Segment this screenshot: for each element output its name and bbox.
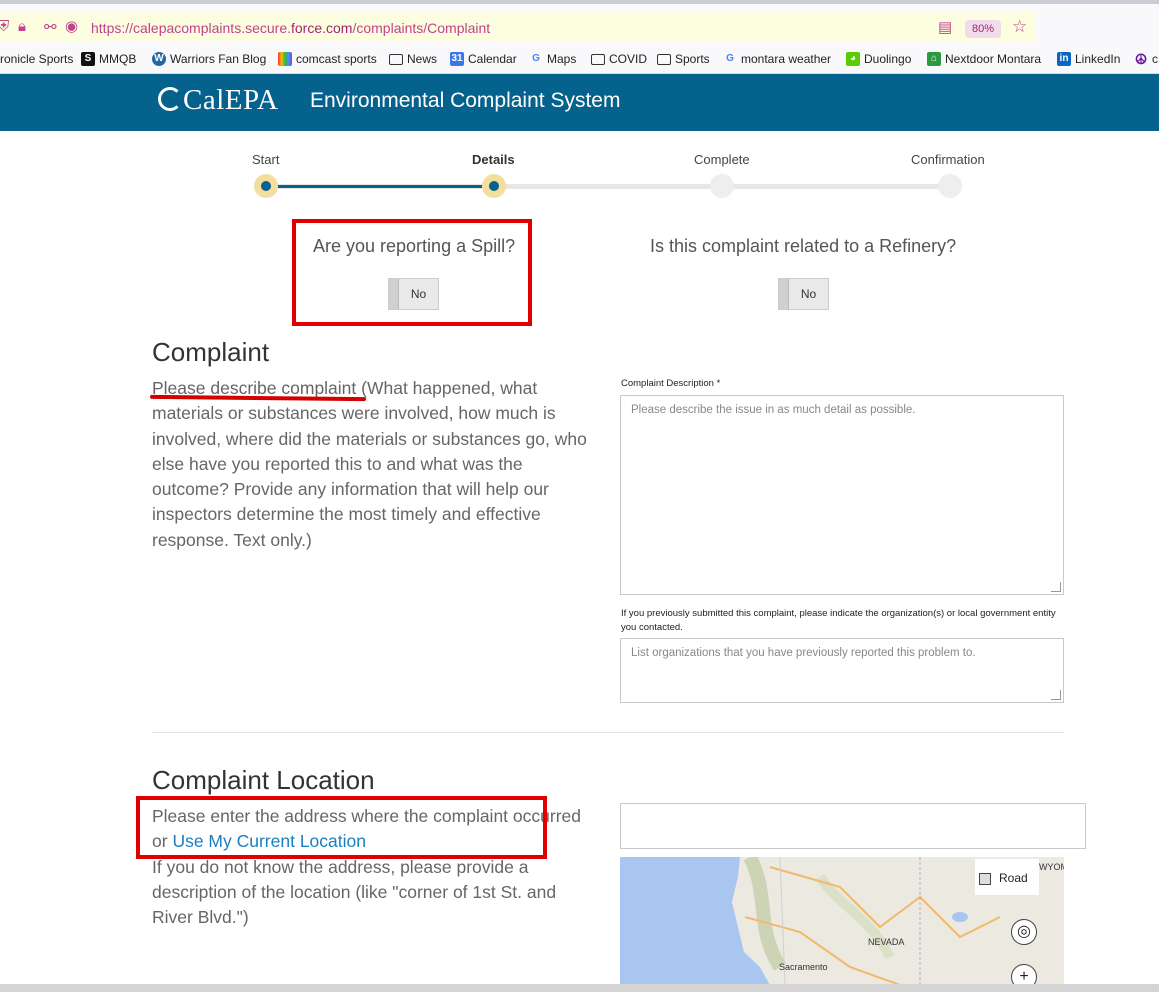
location-heading: Complaint Location: [152, 765, 375, 795]
complaint-heading: Complaint: [152, 337, 270, 367]
nextdoor-icon: ⌂: [927, 52, 941, 66]
step-confirmation-label: Confirmation: [911, 152, 985, 167]
map-label: WYOM: [1039, 862, 1064, 872]
resize-handle-icon[interactable]: [1051, 582, 1061, 592]
prior-report-label: If you previously submitted this complai…: [621, 608, 1056, 633]
step-details-dot: [482, 174, 506, 198]
url-field[interactable]: ⛨ 🔒︎ ⚯ ◉ https://calepacomplaints.secure…: [0, 12, 1036, 42]
peace-icon: ☮: [1134, 51, 1148, 67]
folder-icon: [389, 53, 403, 65]
reader-view-icon[interactable]: ▤: [938, 18, 952, 36]
url-text[interactable]: https://calepacomplaints.secure.force.co…: [91, 20, 490, 36]
map-label: Sacramento: [779, 962, 828, 972]
app-title: Environmental Complaint System: [310, 89, 621, 112]
map-label: NEVADA: [868, 937, 905, 947]
refinery-toggle[interactable]: No: [778, 278, 829, 310]
calepa-logo-icon: [158, 87, 182, 111]
resize-handle-icon[interactable]: [1051, 690, 1061, 700]
permissions-icon[interactable]: ⚯: [44, 18, 57, 36]
prior-report-textarea[interactable]: List organizations that you have previou…: [620, 638, 1064, 703]
google-icon: G: [726, 53, 734, 64]
bookmark-item[interactable]: S MMQB: [81, 52, 136, 66]
address-input[interactable]: [620, 803, 1086, 849]
section-divider: [152, 732, 1064, 733]
zoom-badge[interactable]: 80%: [965, 20, 1001, 38]
bookmark-item[interactable]: G Maps: [529, 52, 576, 66]
bookmark-item[interactable]: ◕ Duolingo: [846, 52, 911, 66]
zoom-in-icon[interactable]: +: [1011, 964, 1037, 985]
location-pin-icon[interactable]: ◉: [65, 17, 78, 35]
step-start-dot: [254, 174, 278, 198]
complaint-description-textarea[interactable]: Please describe the issue in as much det…: [620, 395, 1064, 595]
map-style-button[interactable]: Road: [975, 859, 1039, 895]
shield-icon[interactable]: ⛨: [0, 18, 9, 35]
bookmark-item[interactable]: ☮ c: [1134, 52, 1158, 66]
refinery-toggle-label: No: [800, 287, 817, 301]
complaint-instructions: Please describe complaint (What happened…: [152, 378, 587, 550]
bookmark-item[interactable]: comcast sports: [278, 52, 377, 66]
locate-me-icon[interactable]: ◎: [1011, 919, 1037, 945]
bookmark-item[interactable]: in LinkedIn: [1057, 52, 1120, 66]
bookmark-item[interactable]: ⌂ Nextdoor Montara: [927, 52, 1041, 66]
bookmark-item[interactable]: Gmontara weather: [723, 52, 831, 66]
step-complete-dot: [710, 174, 734, 198]
bookmarks-bar: ronicle Sports S MMQB W Warriors Fan Blog …: [0, 45, 1159, 74]
lock-icon[interactable]: 🔒︎: [18, 18, 26, 35]
bookmark-item[interactable]: 31 Calendar: [450, 52, 517, 66]
step-confirmation-dot: [938, 174, 962, 198]
refinery-question: Is this complaint related to a Refinery?: [650, 236, 957, 256]
folder-icon: [657, 53, 671, 65]
annotation-box: [292, 219, 532, 326]
step-start-label: Start: [252, 152, 280, 167]
progress-track-complete: [270, 185, 495, 188]
bookmark-item[interactable]: Sports: [657, 52, 710, 66]
complaint-description-label: Complaint Description *: [621, 378, 721, 389]
step-complete-label: Complete: [694, 152, 750, 167]
bookmark-item[interactable]: ronicle Sports: [0, 52, 73, 66]
location-map[interactable]: Road WYOM NEVADA Sacramento ◎ +: [620, 857, 1064, 985]
browser-toolbar: ⛨ 🔒︎ ⚯ ◉ https://calepacomplaints.secure…: [0, 0, 1159, 45]
step-details-label: Details: [472, 152, 515, 167]
si-icon: S: [81, 52, 95, 66]
folder-icon: [591, 53, 605, 65]
bookmark-item[interactable]: News: [389, 52, 437, 66]
refinery-toggle-knob: [779, 279, 789, 309]
map-layer-icon: [979, 873, 991, 885]
nbc-peacock-icon: [278, 52, 292, 66]
calepa-logo[interactable]: CalEPA: [158, 84, 278, 117]
bookmark-star-icon[interactable]: ☆: [1012, 17, 1027, 37]
duolingo-icon: ◕: [846, 52, 860, 66]
google-icon: G: [532, 53, 540, 64]
app-header: CalEPA Environmental Complaint System: [0, 74, 1159, 131]
wordpress-icon: W: [152, 52, 166, 66]
linkedin-icon: in: [1057, 52, 1071, 66]
bookmark-item[interactable]: W Warriors Fan Blog: [152, 52, 266, 66]
annotation-box: [136, 796, 547, 859]
bookmark-item[interactable]: COVID: [591, 52, 647, 66]
horizontal-scrollbar[interactable]: [0, 984, 1159, 992]
calendar-icon: 31: [450, 52, 464, 66]
